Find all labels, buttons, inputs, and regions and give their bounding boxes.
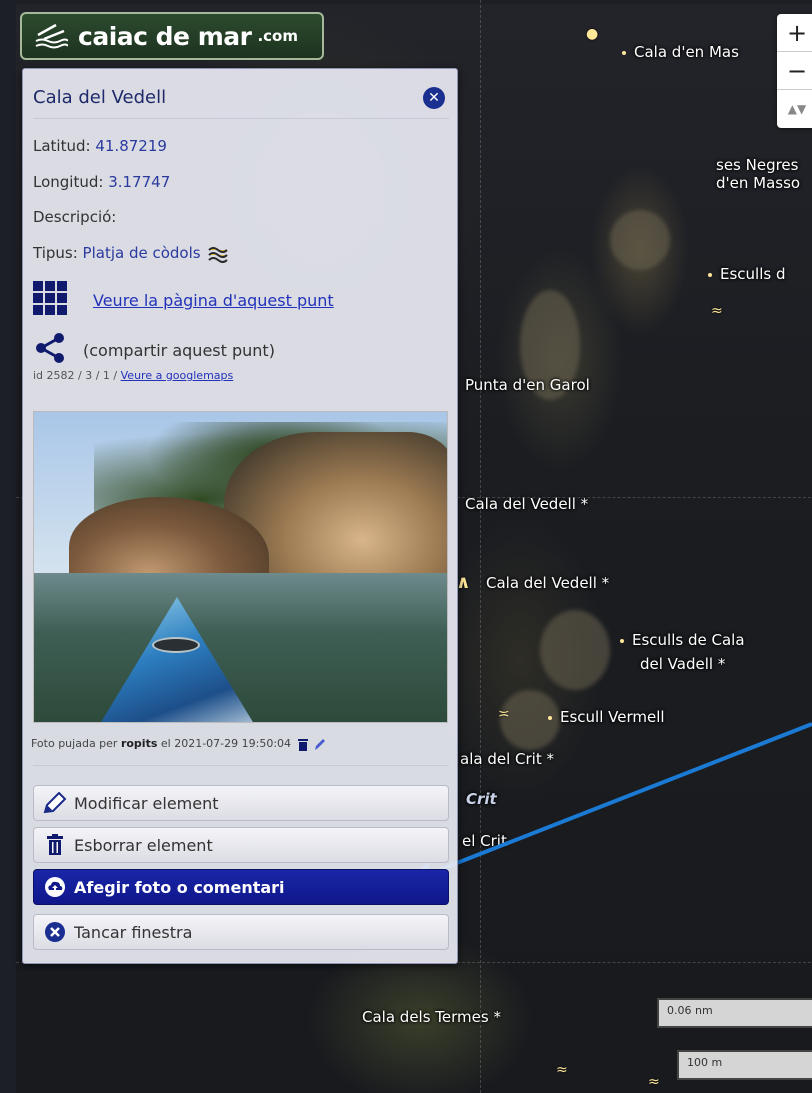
type-label: Tipus: — [33, 244, 83, 262]
modify-element-button[interactable]: Modificar element — [33, 785, 449, 821]
beach-wave-icon: ≈ — [711, 303, 723, 319]
map-label-den-masso[interactable]: d'en Masso — [716, 174, 800, 192]
site-logo[interactable]: caiac de mar .com — [20, 12, 324, 60]
point-info-popup: Cala del Vedell ✕ Latitud: 41.87219 Long… — [22, 68, 458, 964]
beach-wave-icon: ≍ — [498, 706, 510, 722]
rock-formation — [540, 610, 610, 690]
upload-cloud-icon — [42, 875, 68, 899]
map-left-border — [0, 0, 16, 1093]
point-id: id 2582 / 3 / 1 / — [33, 369, 121, 382]
longitude-label: Longitud: — [33, 173, 109, 191]
page-link-row: Veure la pàgina d'aquest punt — [93, 291, 334, 310]
map-label-cala-dels-termes[interactable]: Cala dels Termes * — [362, 1008, 501, 1026]
reset-bearing-button[interactable]: ▲▼ — [777, 90, 812, 128]
beach-wave-icon: ≈ — [556, 1062, 568, 1078]
close-window-button[interactable]: Tancar finestra — [33, 914, 449, 950]
modify-element-label: Modificar element — [74, 793, 219, 813]
map-label-cala-del-vedell[interactable]: Cala del Vedell * — [465, 495, 588, 513]
logo-tld: .com — [257, 27, 298, 45]
logo-text: caiac de mar — [78, 21, 252, 51]
type-row: Tipus: Platja de còdols — [33, 244, 229, 263]
map-label-escull-vermell[interactable]: Escull Vermell — [548, 708, 665, 726]
camp-tent-icon: ∧ — [456, 572, 471, 593]
map-label-punta-den-garol[interactable]: Punta d'en Garol — [465, 376, 590, 394]
description-label: Descripció: — [33, 208, 117, 226]
point-photo[interactable] — [33, 411, 448, 723]
map-label-crit: Crit — [466, 790, 497, 808]
share-icon[interactable] — [35, 333, 65, 363]
rock-formation — [610, 210, 670, 270]
credit-prefix: Foto pujada per — [31, 737, 121, 750]
popup-title: Cala del Vedell — [33, 87, 167, 108]
popup-divider — [33, 765, 449, 766]
add-photo-comment-button[interactable]: Afegir foto o comentari — [33, 869, 449, 905]
add-photo-comment-label: Afegir foto o comentari — [74, 877, 285, 897]
diving-mask-icon: ● — [586, 26, 599, 42]
map-label-el-crit[interactable]: el Crit — [462, 832, 507, 850]
close-circle-icon — [42, 920, 68, 944]
popup-header: Cala del Vedell ✕ — [33, 79, 449, 119]
scale-metric: 100 m — [677, 1050, 812, 1080]
pebble-beach-icon — [208, 246, 229, 263]
delete-photo-icon[interactable] — [297, 738, 309, 751]
latitude-value: 41.87219 — [95, 137, 167, 155]
map-grid-line — [480, 0, 481, 1093]
page-grid-icon[interactable] — [33, 281, 67, 315]
map-top-border — [0, 0, 812, 4]
googlemaps-link[interactable]: Veure a googlemaps — [121, 369, 234, 382]
delete-element-label: Esborrar element — [74, 835, 213, 855]
beach-wave-icon: ≈ — [648, 1074, 660, 1090]
close-window-label: Tancar finestra — [74, 922, 193, 942]
credit-date: el 2021-07-29 19:50:04 — [157, 737, 292, 750]
pencil-icon — [42, 791, 68, 815]
map-label-cala-den-mas[interactable]: Cala d'en Mas — [622, 43, 739, 61]
share-point-button[interactable]: (compartir aquest punt) — [83, 341, 275, 360]
zoom-control: + − ▲▼ — [777, 14, 812, 128]
latitude-label: Latitud: — [33, 137, 96, 155]
map-label-esculls-de-cala[interactable]: Esculls de Cala — [620, 631, 745, 649]
map-label-cala-del-crit[interactable]: ala del Crit * — [460, 750, 554, 768]
scale-nautical: 0.06 nm — [657, 998, 812, 1028]
edit-photo-icon[interactable] — [314, 738, 326, 751]
zoom-out-button[interactable]: − — [777, 52, 812, 90]
id-row: id 2582 / 3 / 1 / Veure a googlemaps — [33, 369, 233, 382]
trash-icon — [42, 833, 68, 857]
longitude-value: 3.17747 — [108, 173, 171, 191]
longitude-row: Longitud: 3.17747 — [33, 173, 170, 191]
kayak-logo-icon — [35, 23, 68, 49]
map-label-ses-negres[interactable]: ses Negres — [716, 156, 798, 174]
map-label-del-vadell[interactable]: del Vadell * — [640, 655, 725, 673]
map-label-cala-del-vedell-2[interactable]: Cala del Vedell * — [486, 574, 609, 592]
latitude-row: Latitud: 41.87219 — [33, 137, 167, 155]
zoom-in-button[interactable]: + — [777, 14, 812, 52]
photo-credit: Foto pujada per ropits el 2021-07-29 19:… — [31, 737, 326, 751]
close-popup-icon[interactable]: ✕ — [423, 87, 445, 109]
delete-element-button[interactable]: Esborrar element — [33, 827, 449, 863]
type-value: Platja de còdols — [82, 244, 201, 262]
credit-user: ropits — [120, 737, 158, 750]
view-point-page-link[interactable]: Veure la pàgina d'aquest punt — [93, 291, 334, 310]
map-label-esculls-d[interactable]: Esculls d — [708, 265, 786, 283]
